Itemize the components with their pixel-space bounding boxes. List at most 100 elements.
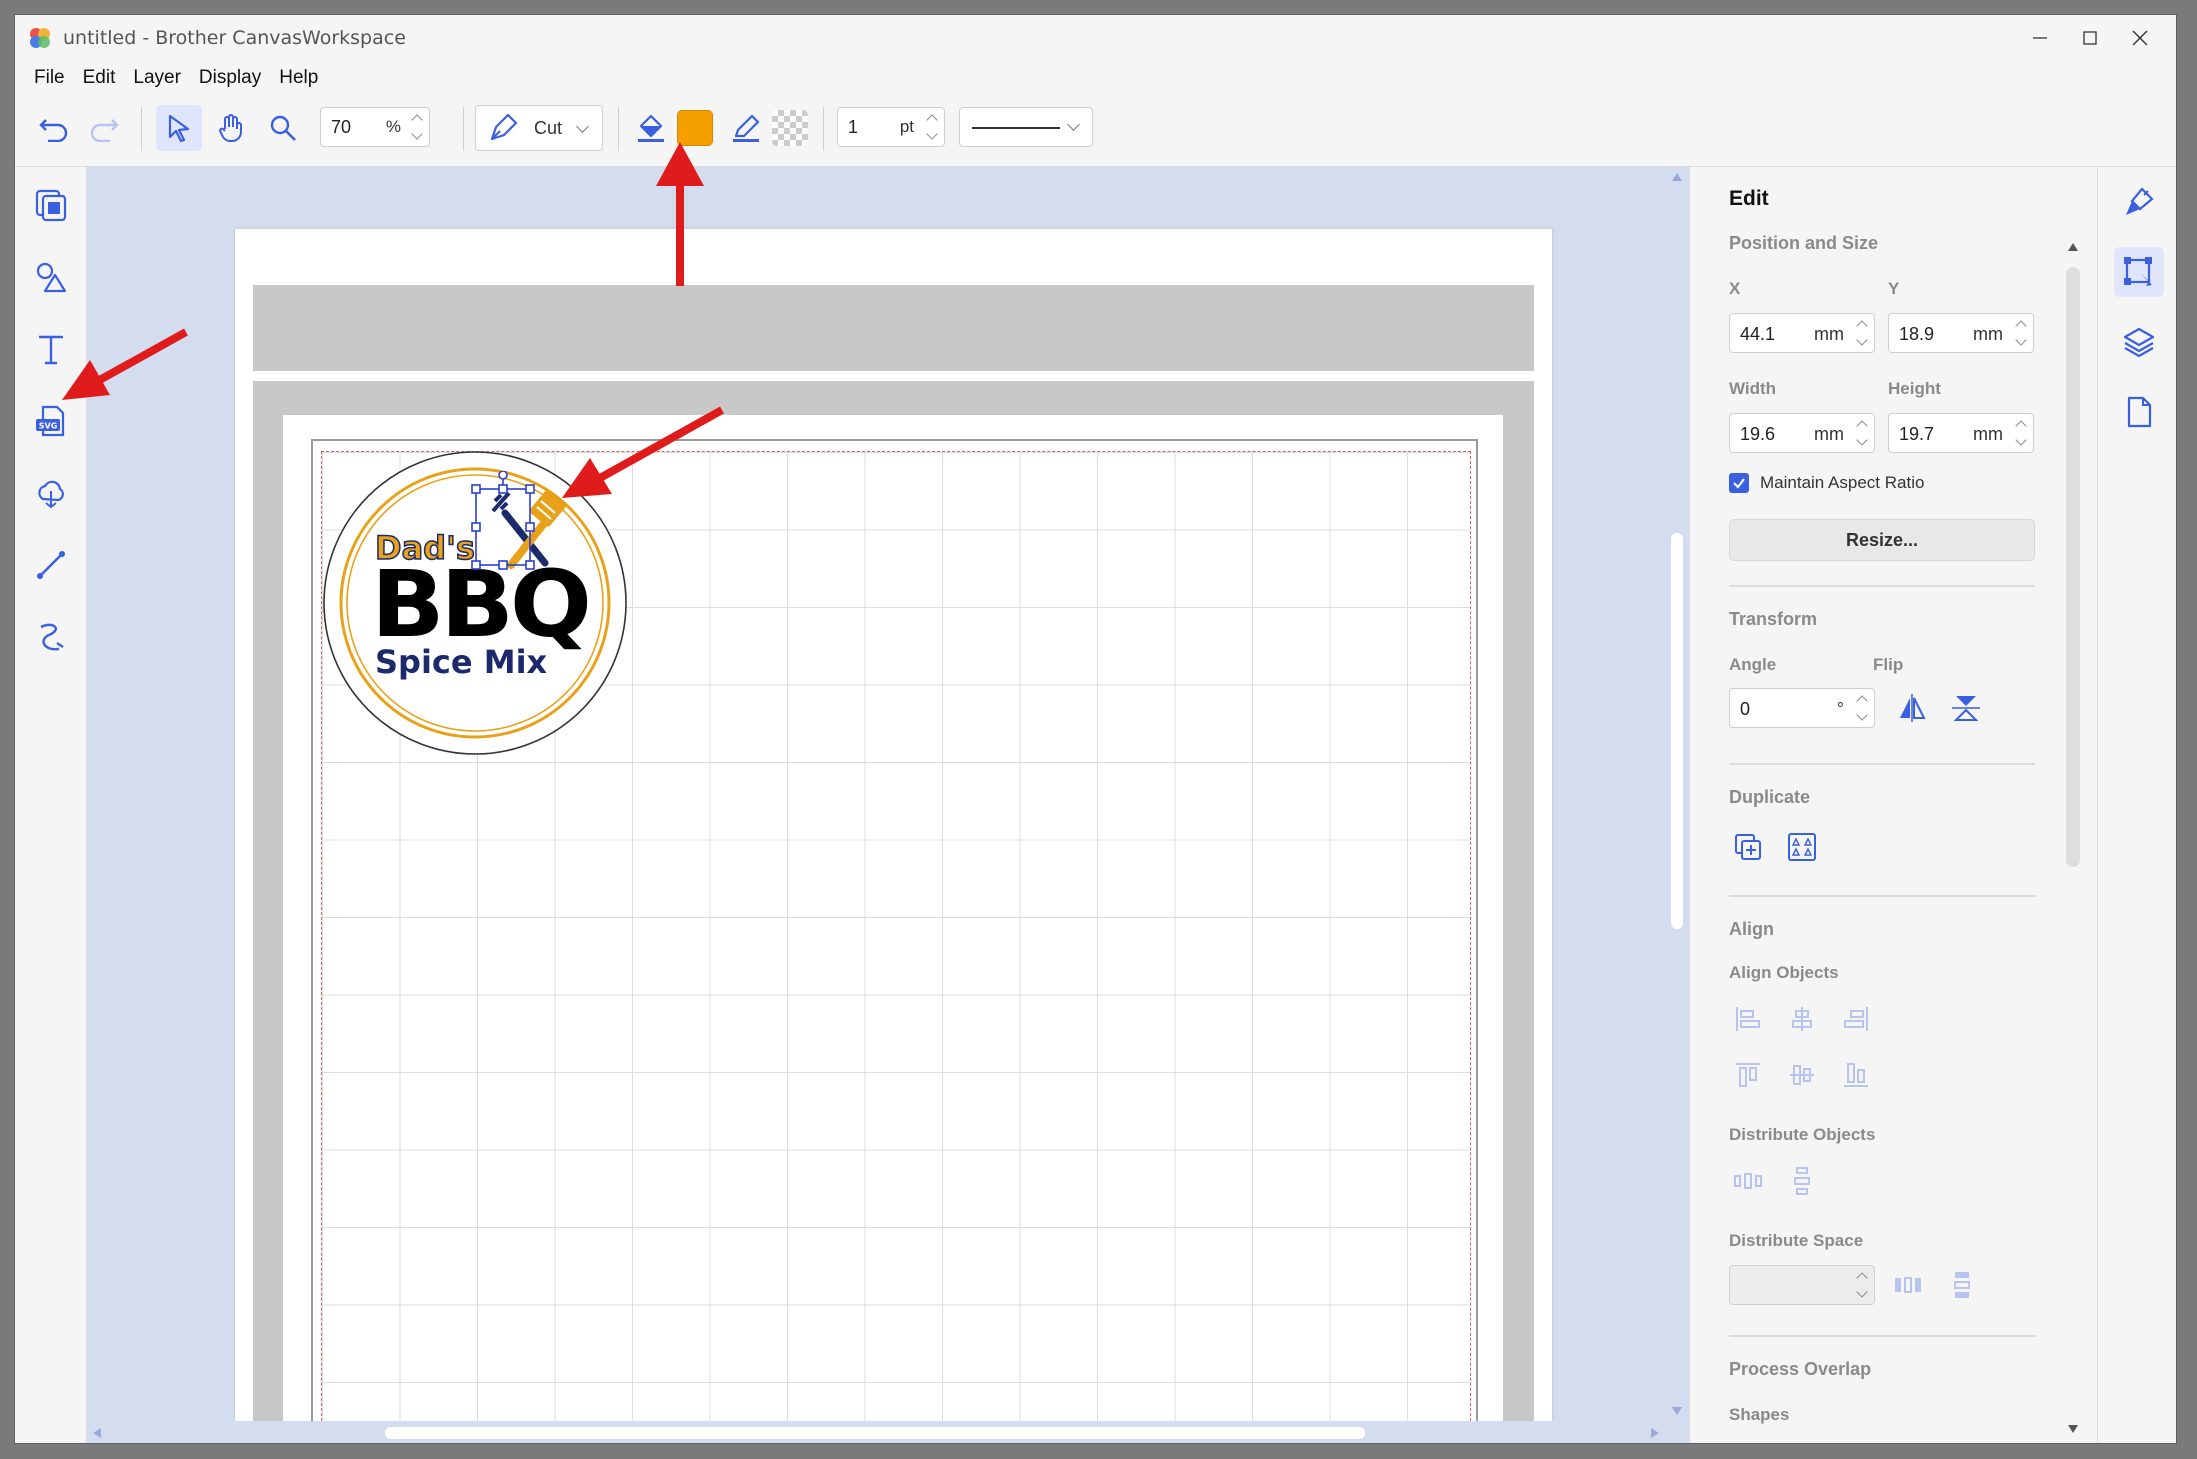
x-value: 44.1 (1740, 324, 1776, 344)
distribute-horizontal-button[interactable] (1728, 1161, 1768, 1201)
fill-tool-button[interactable] (628, 105, 674, 151)
menu-help[interactable]: Help (279, 67, 318, 89)
distribute-space-input[interactable] (1729, 1265, 1875, 1305)
document-icon (2127, 396, 2152, 428)
fill-color-swatch[interactable] (674, 105, 716, 151)
paintbrush-icon (2126, 187, 2154, 215)
y-position-input[interactable]: 18.9 mm (1888, 313, 2034, 353)
zoom-tool-button[interactable] (260, 105, 306, 151)
menu-edit[interactable]: Edit (83, 67, 116, 89)
edit-tab-button[interactable] (2114, 247, 2164, 297)
stroke-tool-button[interactable] (723, 105, 769, 151)
array-duplicate-button[interactable] (1782, 827, 1822, 867)
section-divider (1729, 895, 2035, 897)
line-tool-button[interactable] (27, 541, 75, 589)
height-value: 19.7 (1899, 424, 1935, 444)
close-icon (2132, 30, 2148, 46)
edit-panel: Edit Position and Size X Y 44.1 mm 18.9 … (1689, 167, 2097, 1443)
pointer-icon (168, 114, 190, 143)
array-duplicate-icon (1788, 833, 1816, 861)
duplicate-button[interactable] (1728, 827, 1768, 867)
close-button[interactable] (2105, 15, 2175, 61)
zoom-stepper[interactable] (409, 110, 425, 144)
line-icon (37, 551, 65, 579)
x-stepper[interactable] (1854, 316, 1870, 350)
width-stepper[interactable] (1854, 416, 1870, 450)
checkmark-icon (1733, 478, 1745, 489)
align-middle-button[interactable] (1782, 1055, 1822, 1095)
bbq-logo-design[interactable]: Dad's BBQ Spice Mix (321, 449, 629, 757)
width-input[interactable]: 19.6 mm (1729, 413, 1875, 453)
align-left-button[interactable] (1728, 999, 1768, 1039)
distribute-horizontal-icon (1734, 1173, 1762, 1189)
transparent-color-chip (772, 110, 808, 146)
angle-input[interactable]: 0 ° (1729, 688, 1875, 728)
transform-icon (2124, 257, 2152, 286)
style-tab-button[interactable] (2114, 177, 2164, 227)
stroke-width-stepper[interactable] (924, 110, 940, 144)
height-input[interactable]: 19.7 mm (1888, 413, 2034, 453)
distribute-space-horizontal-button[interactable] (1888, 1265, 1928, 1305)
process-overlap-heading: Process Overlap (1729, 1359, 1872, 1379)
undo-button[interactable] (31, 105, 77, 151)
flip-horizontal-button[interactable] (1892, 688, 1932, 728)
resize-button[interactable]: Resize... (1729, 519, 2035, 561)
horizontal-scroll-thumb[interactable] (385, 1427, 1365, 1439)
zoom-level-input[interactable]: 70 % (320, 107, 430, 147)
shapes-tool-button[interactable] (27, 253, 75, 301)
menu-layer[interactable]: Layer (133, 67, 181, 89)
select-tool-button[interactable] (156, 105, 202, 151)
bbq-tools-graphic (471, 471, 567, 570)
section-divider (1729, 1335, 2035, 1337)
vertical-scrollbar[interactable] (1665, 167, 1689, 1443)
distribute-vertical-button[interactable] (1782, 1161, 1822, 1201)
panel-scroll-down[interactable] (2068, 1425, 2078, 1433)
y-stepper[interactable] (2013, 316, 2029, 350)
design-canvas[interactable]: Dad's BBQ Spice Mix (87, 167, 1689, 1443)
scroll-left-arrow[interactable] (93, 1428, 101, 1438)
page: Dad's BBQ Spice Mix (235, 229, 1552, 1443)
flip-vertical-button[interactable] (1946, 688, 1986, 728)
layers-tab-button[interactable] (2114, 317, 2164, 367)
distribute-space-vertical-button[interactable] (1942, 1265, 1982, 1305)
menu-display[interactable]: Display (199, 67, 261, 89)
distribute-space-stepper[interactable] (1854, 1268, 1870, 1302)
maintain-aspect-checkbox[interactable] (1729, 473, 1749, 493)
scroll-down-arrow[interactable] (1672, 1407, 1682, 1415)
line-style-dropdown[interactable] (959, 107, 1093, 147)
align-heading: Align (1729, 919, 1774, 939)
x-unit: mm (1814, 324, 1844, 344)
height-stepper[interactable] (2013, 416, 2029, 450)
align-right-button[interactable] (1836, 999, 1876, 1039)
line-style-preview (972, 127, 1060, 129)
text-tool-button[interactable] (27, 325, 75, 373)
svg-import-button[interactable]: SVG (27, 397, 75, 445)
shapes-label: Shapes (1729, 1405, 1790, 1424)
position-size-heading: Position and Size (1729, 233, 1879, 253)
redo-button[interactable] (81, 105, 127, 151)
angle-stepper[interactable] (1854, 691, 1870, 725)
panel-scrollbar[interactable] (2066, 267, 2080, 867)
align-center-icon (1792, 1007, 1812, 1031)
menu-file[interactable]: File (34, 67, 65, 89)
height-label: Height (1888, 379, 1941, 398)
scroll-up-arrow[interactable] (1672, 173, 1682, 181)
align-bottom-button[interactable] (1836, 1055, 1876, 1095)
panel-scroll-up[interactable] (2068, 243, 2078, 251)
stroke-color-swatch[interactable] (769, 105, 811, 151)
svg-file-icon: SVG (36, 405, 65, 437)
app-window: untitled - Brother CanvasWorkspace File … (14, 14, 2177, 1444)
align-center-button[interactable] (1782, 999, 1822, 1039)
scroll-right-arrow[interactable] (1651, 1428, 1659, 1438)
pages-tool-button[interactable] (27, 181, 75, 229)
align-top-button[interactable] (1728, 1055, 1768, 1095)
hand-tool-button[interactable] (208, 105, 254, 151)
freehand-tool-button[interactable] (27, 613, 75, 661)
stroke-width-input[interactable]: 1 pt (837, 107, 945, 147)
vertical-scroll-thumb[interactable] (1671, 533, 1683, 929)
horizontal-scrollbar[interactable] (87, 1421, 1689, 1443)
trace-tool-button[interactable] (27, 469, 75, 517)
x-position-input[interactable]: 44.1 mm (1729, 313, 1875, 353)
mode-dropdown[interactable]: Cut (475, 105, 603, 151)
page-tab-button[interactable] (2114, 387, 2164, 437)
